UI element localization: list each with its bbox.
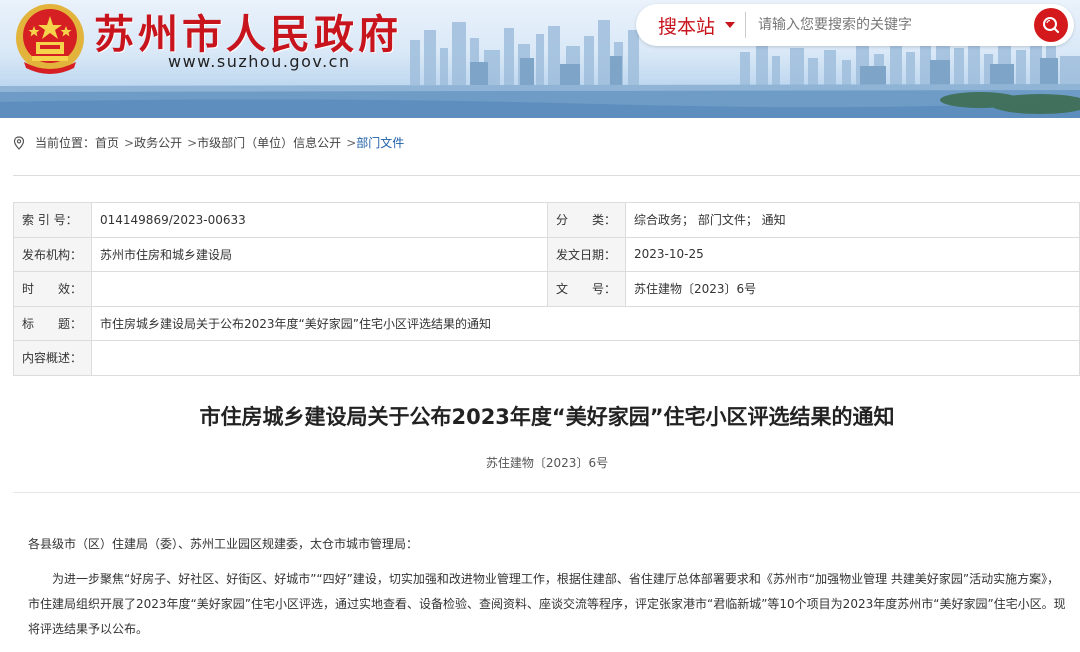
breadcrumb-department-documents[interactable]: 部门文件: [356, 134, 404, 151]
article-title: 市住房城乡建设局关于公布2023年度“美好家园”住宅小区评选结果的通知: [199, 405, 895, 429]
article-paragraph: 为进一步聚焦“好房子、好社区、好街区、好城市”“四好”建设，切实加强和改进物业管…: [28, 572, 1066, 636]
meta-value-category: 综合政务； 部门文件； 通知: [625, 202, 1080, 238]
meta-label-category: 分 类：: [547, 202, 626, 238]
breadcrumb-home[interactable]: 首页: [95, 134, 119, 151]
meta-label-index-number: 索 引 号：: [13, 202, 92, 238]
meta-value-summary: [91, 340, 1080, 376]
meta-row: 标 题： 市住房城乡建设局关于公布2023年度“美好家园”住宅小区评选结果的通知: [13, 305, 1080, 341]
article-body: 各县级市（区）住建局（委）、苏州工业园区规建委，太仓市城市管理局： 为进一步聚焦…: [28, 532, 1068, 642]
search-box: 搜本站: [636, 4, 1074, 46]
meta-label-issue-date: 发文日期：: [547, 236, 626, 272]
breadcrumb: 当前位置： 首页 > 政务公开 > 市级部门（单位）信息公开 > 部门文件: [13, 134, 404, 151]
location-pin-icon: [13, 135, 25, 150]
meta-value-title: 市住房城乡建设局关于公布2023年度“美好家园”住宅小区评选结果的通知: [91, 305, 1080, 341]
meta-label-title: 标 题：: [13, 305, 92, 341]
national-emblem-icon: [16, 4, 84, 74]
breadcrumb-separator: >: [187, 135, 198, 150]
search-input[interactable]: [758, 10, 1008, 40]
search-scope-dropdown[interactable]: 搜本站: [636, 12, 746, 38]
breadcrumb-city-departments[interactable]: 市级部门（单位）信息公开: [197, 134, 341, 151]
header-banner: 苏州市人民政府 www.suzhou.gov.cn 搜本站: [0, 0, 1080, 118]
meta-label-document-number: 文 号：: [547, 271, 626, 307]
breadcrumb-label: 当前位置：: [35, 136, 96, 150]
meta-value-index-number: 014149869/2023-00633: [91, 202, 548, 238]
breadcrumb-separator: >: [346, 135, 357, 150]
meta-value-validity: [91, 271, 548, 307]
meta-row: 时 效： 文 号： 苏住建物〔2023〕6号: [13, 271, 1080, 307]
search-icon: [1043, 17, 1060, 34]
site-url: www.suzhou.gov.cn: [168, 52, 351, 71]
meta-label-summary: 内容概述：: [13, 340, 92, 376]
search-scope-label: 搜本站: [658, 15, 716, 38]
meta-label-validity: 时 效：: [13, 271, 92, 307]
meta-row: 内容概述：: [13, 340, 1080, 376]
article-addressee: 各县级市（区）住建局（委）、苏州工业园区规建委，太仓市城市管理局：: [28, 537, 419, 551]
caret-down-icon: [725, 22, 736, 28]
section-divider: [13, 175, 1080, 176]
breadcrumb-gov-affairs[interactable]: 政务公开: [134, 134, 182, 151]
search-button[interactable]: [1034, 8, 1068, 42]
meta-value-document-number: 苏住建物〔2023〕6号: [625, 271, 1080, 307]
article-divider: [13, 492, 1080, 493]
meta-value-issue-date: 2023-10-25: [625, 236, 1080, 272]
article-document-number: 苏住建物〔2023〕6号: [485, 456, 609, 470]
document-meta-table: 索 引 号： 014149869/2023-00633 分 类： 综合政务； 部…: [13, 202, 1080, 376]
meta-label-publisher: 发布机构：: [13, 236, 92, 272]
meta-value-publisher: 苏州市住房和城乡建设局: [91, 236, 548, 272]
meta-row: 索 引 号： 014149869/2023-00633 分 类： 综合政务； 部…: [13, 202, 1080, 238]
breadcrumb-separator: >: [124, 135, 135, 150]
meta-row: 发布机构： 苏州市住房和城乡建设局 发文日期： 2023-10-25: [13, 236, 1080, 272]
